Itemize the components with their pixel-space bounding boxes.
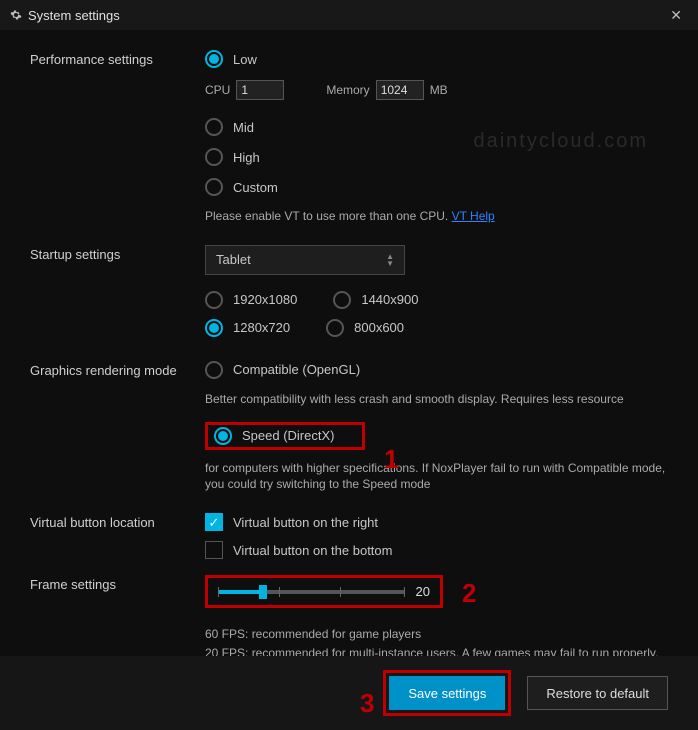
perf-radio-high[interactable] xyxy=(205,148,223,166)
restore-default-button[interactable]: Restore to default xyxy=(527,676,668,710)
startup-dropdown[interactable]: Tablet ▲▼ xyxy=(205,245,405,275)
vb-checkbox-bottom[interactable] xyxy=(205,541,223,559)
annotation-box-3: Save settings xyxy=(383,670,511,716)
memory-label: Memory xyxy=(326,83,369,97)
performance-label: Performance settings xyxy=(30,50,205,239)
fps-slider-thumb[interactable] xyxy=(259,585,267,599)
startup-dropdown-value: Tablet xyxy=(216,252,251,267)
res-1280-label: 1280x720 xyxy=(233,320,290,335)
footer-bar: Save settings Restore to default xyxy=(0,656,698,730)
annotation-box-2: 20 xyxy=(205,575,443,608)
res-800-label: 800x600 xyxy=(354,320,404,335)
annotation-box-1: Speed (DirectX) xyxy=(205,422,365,450)
titlebar: System settings ✕ xyxy=(0,0,698,30)
memory-input[interactable] xyxy=(376,80,424,100)
perf-radio-mid[interactable] xyxy=(205,118,223,136)
res-1920-label: 1920x1080 xyxy=(233,292,297,307)
virtual-button-label: Virtual button location xyxy=(30,513,205,569)
cpu-input[interactable] xyxy=(236,80,284,100)
gear-icon xyxy=(10,9,22,21)
vt-hint-text: Please enable VT to use more than one CP… xyxy=(205,209,452,223)
memory-unit: MB xyxy=(430,83,448,97)
graphics-compatible-label: Compatible (OpenGL) xyxy=(233,362,360,377)
startup-label: Startup settings xyxy=(30,245,205,355)
vb-right-label: Virtual button on the right xyxy=(233,515,378,530)
save-button[interactable]: Save settings xyxy=(389,676,505,710)
graphics-compat-hint: Better compatibility with less crash and… xyxy=(205,391,668,408)
fps-hint-60: 60 FPS: recommended for game players xyxy=(205,626,668,643)
res-radio-800[interactable] xyxy=(326,319,344,337)
res-1440-label: 1440x900 xyxy=(361,292,418,307)
cpu-label: CPU xyxy=(205,83,230,97)
vt-help-link[interactable]: VT Help xyxy=(452,209,495,223)
graphics-radio-speed[interactable] xyxy=(214,427,232,445)
graphics-speed-hint: for computers with higher specifications… xyxy=(205,460,668,494)
close-icon[interactable]: ✕ xyxy=(664,5,688,26)
window-title: System settings xyxy=(28,8,120,23)
res-radio-1920[interactable] xyxy=(205,291,223,309)
vb-checkbox-right[interactable] xyxy=(205,513,223,531)
graphics-speed-label: Speed (DirectX) xyxy=(242,428,334,443)
perf-custom-label: Custom xyxy=(233,180,278,195)
res-radio-1280[interactable] xyxy=(205,319,223,337)
graphics-label: Graphics rendering mode xyxy=(30,361,205,507)
perf-low-label: Low xyxy=(233,52,257,67)
fps-slider[interactable] xyxy=(218,590,404,594)
chevron-updown-icon: ▲▼ xyxy=(386,253,394,267)
fps-value: 20 xyxy=(416,584,430,599)
perf-radio-custom[interactable] xyxy=(205,178,223,196)
perf-mid-label: Mid xyxy=(233,120,254,135)
vb-bottom-label: Virtual button on the bottom xyxy=(233,543,392,558)
res-radio-1440[interactable] xyxy=(333,291,351,309)
perf-radio-low[interactable] xyxy=(205,50,223,68)
perf-high-label: High xyxy=(233,150,260,165)
graphics-radio-compatible[interactable] xyxy=(205,361,223,379)
